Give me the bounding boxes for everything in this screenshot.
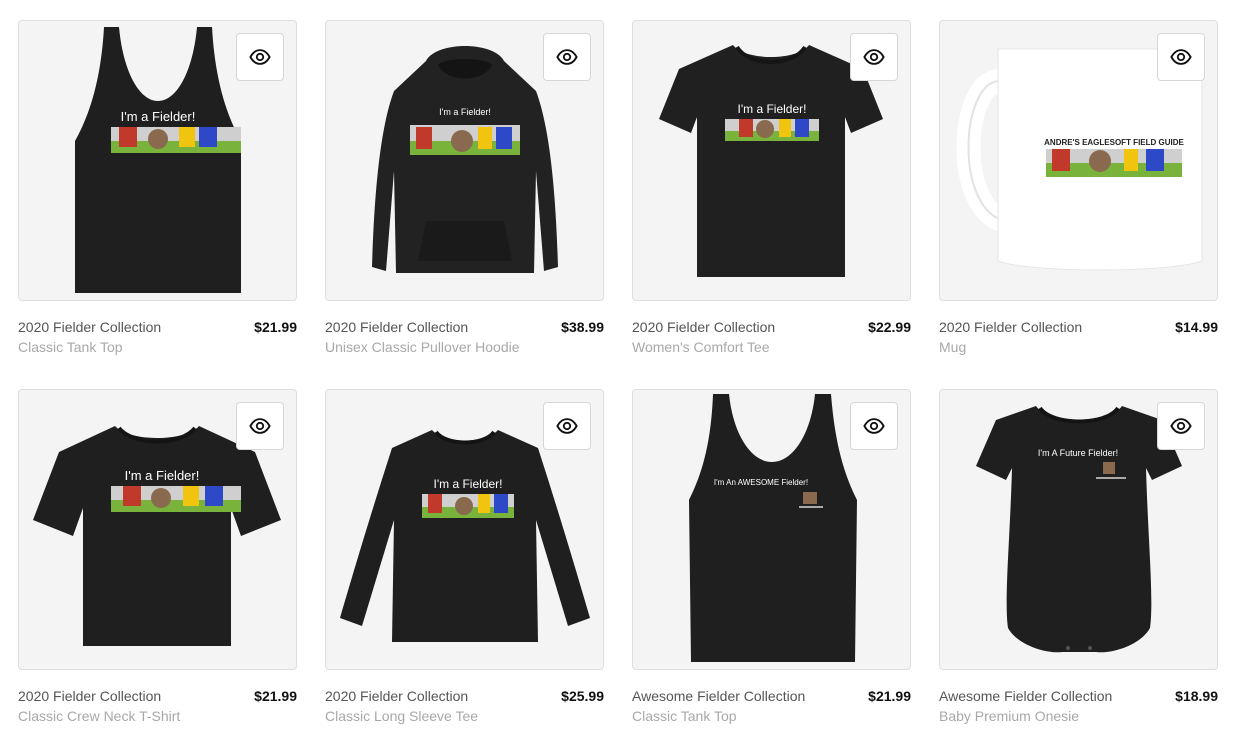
product-meta: 2020 Fielder Collection $25.99 Classic L… <box>325 688 604 732</box>
product-meta: 2020 Fielder Collection $38.99 Unisex Cl… <box>325 319 604 363</box>
product-price: $21.99 <box>868 688 911 704</box>
product-price: $14.99 <box>1175 319 1218 335</box>
eye-icon <box>1170 418 1192 434</box>
quick-view-button[interactable] <box>236 33 284 81</box>
collection-name[interactable]: Awesome Fielder Collection <box>939 688 1112 704</box>
product-card[interactable]: I'm a Fielder! 2020 Fielder Collection $… <box>18 389 297 732</box>
product-type[interactable]: Classic Tank Top <box>632 708 737 724</box>
product-type[interactable]: Baby Premium Onesie <box>939 708 1079 724</box>
eye-icon <box>863 418 885 434</box>
print-title: I'm a Fielder! <box>121 109 196 124</box>
collection-name[interactable]: 2020 Fielder Collection <box>325 319 468 335</box>
product-price: $25.99 <box>561 688 604 704</box>
product-price: $22.99 <box>868 319 911 335</box>
product-card[interactable]: I'm a Fielder! 2020 Fielder Collection $… <box>18 20 297 363</box>
collection-name[interactable]: 2020 Fielder Collection <box>325 688 468 704</box>
product-meta: 2020 Fielder Collection $14.99 Mug <box>939 319 1218 363</box>
collection-name[interactable]: 2020 Fielder Collection <box>632 319 775 335</box>
product-price: $38.99 <box>561 319 604 335</box>
product-meta: Awesome Fielder Collection $18.99 Baby P… <box>939 688 1218 732</box>
product-card[interactable]: I'm a Fielder! 2020 Fielder Collection $… <box>325 20 604 363</box>
product-grid: I'm a Fielder! 2020 Fielder Collection $… <box>0 0 1244 740</box>
print-title: I'm a Fielder! <box>125 468 200 483</box>
product-type[interactable]: Classic Long Sleeve Tee <box>325 708 478 724</box>
quick-view-button[interactable] <box>850 33 898 81</box>
quick-view-button[interactable] <box>236 402 284 450</box>
product-image[interactable]: ANDRE'S EAGLESOFT FIELD GUIDE <box>939 20 1218 301</box>
eye-icon <box>556 49 578 65</box>
product-image[interactable]: I'm a Fielder! <box>325 389 604 670</box>
quick-view-button[interactable] <box>543 33 591 81</box>
product-image[interactable]: I'm A Future Fielder! <box>939 389 1218 670</box>
product-card[interactable]: I'm a Fielder! 2020 Fielder Collection $… <box>325 389 604 732</box>
product-type[interactable]: Mug <box>939 339 966 355</box>
product-card[interactable]: ANDRE'S EAGLESOFT FIELD GUIDE 2020 Field… <box>939 20 1218 363</box>
quick-view-button[interactable] <box>1157 402 1205 450</box>
product-type[interactable]: Women's Comfort Tee <box>632 339 770 355</box>
product-price: $21.99 <box>254 319 297 335</box>
eye-icon <box>249 49 271 65</box>
product-meta: 2020 Fielder Collection $21.99 Classic T… <box>18 319 297 363</box>
quick-view-button[interactable] <box>543 402 591 450</box>
print-title: I'm An AWESOME Fielder! <box>714 478 808 487</box>
collection-name[interactable]: Awesome Fielder Collection <box>632 688 805 704</box>
product-image[interactable]: I'm An AWESOME Fielder! <box>632 389 911 670</box>
eye-icon <box>249 418 271 434</box>
print-title: I'm a Fielder! <box>439 107 491 117</box>
print-title: ANDRE'S EAGLESOFT FIELD GUIDE <box>1044 138 1184 147</box>
product-price: $21.99 <box>254 688 297 704</box>
print-title: I'm A Future Fielder! <box>1038 448 1118 458</box>
product-image[interactable]: I'm a Fielder! <box>325 20 604 301</box>
quick-view-button[interactable] <box>850 402 898 450</box>
eye-icon <box>863 49 885 65</box>
eye-icon <box>1170 49 1192 65</box>
product-meta: 2020 Fielder Collection $22.99 Women's C… <box>632 319 911 363</box>
product-card[interactable]: I'm a Fielder! 2020 Fielder Collection $… <box>632 20 911 363</box>
product-meta: Awesome Fielder Collection $21.99 Classi… <box>632 688 911 732</box>
product-type[interactable]: Unisex Classic Pullover Hoodie <box>325 339 520 355</box>
product-type[interactable]: Classic Crew Neck T-Shirt <box>18 708 180 724</box>
product-image[interactable]: I'm a Fielder! <box>18 389 297 670</box>
print-title: I'm a Fielder! <box>434 477 503 491</box>
eye-icon <box>556 418 578 434</box>
product-type[interactable]: Classic Tank Top <box>18 339 123 355</box>
product-card[interactable]: I'm An AWESOME Fielder! Awesome Fielder … <box>632 389 911 732</box>
collection-name[interactable]: 2020 Fielder Collection <box>18 319 161 335</box>
print-title: I'm a Fielder! <box>738 102 807 116</box>
collection-name[interactable]: 2020 Fielder Collection <box>939 319 1082 335</box>
collection-name[interactable]: 2020 Fielder Collection <box>18 688 161 704</box>
product-image[interactable]: I'm a Fielder! <box>18 20 297 301</box>
quick-view-button[interactable] <box>1157 33 1205 81</box>
product-price: $18.99 <box>1175 688 1218 704</box>
product-card[interactable]: I'm A Future Fielder! Awesome Fielder Co… <box>939 389 1218 732</box>
product-meta: 2020 Fielder Collection $21.99 Classic C… <box>18 688 297 732</box>
product-image[interactable]: I'm a Fielder! <box>632 20 911 301</box>
